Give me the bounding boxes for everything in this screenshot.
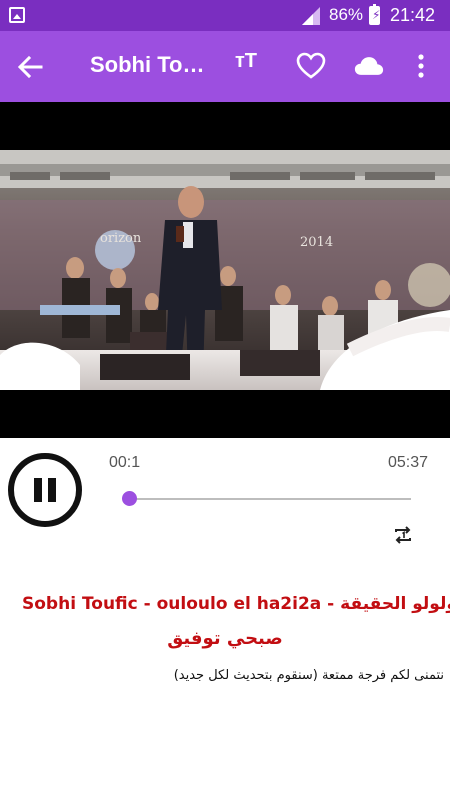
pause-button[interactable] (8, 453, 82, 527)
clock: 21:42 (390, 5, 436, 25)
gallery-notification-icon (9, 7, 25, 23)
more-options-icon[interactable] (414, 51, 428, 81)
player-controls: 00:1 05:37 (0, 438, 450, 578)
repeat-one-icon[interactable] (391, 523, 415, 547)
signal-icon (302, 7, 320, 25)
battery-percentage: 86% (329, 5, 364, 24)
pause-bar-right (48, 478, 56, 502)
video-player[interactable]: orizon 2014 (0, 102, 450, 438)
svg-text:orizon: orizon (100, 231, 142, 246)
video-frame: orizon 2014 (0, 150, 450, 390)
page-title: Sobhi To… (90, 52, 205, 77)
seek-thumb[interactable] (122, 491, 137, 506)
battery-charging-icon: ⚡ (369, 4, 380, 25)
pause-bar-left (34, 478, 42, 502)
artist-name: صبحي توفيق (167, 628, 283, 649)
current-time: 00:1 (109, 454, 141, 471)
status-bar: 86% ⚡ 21:42 (0, 0, 450, 31)
total-time: 05:37 (388, 454, 429, 471)
back-arrow-icon[interactable] (14, 51, 46, 83)
favorite-heart-icon[interactable] (296, 51, 326, 81)
concert-stage-image: orizon 2014 (0, 150, 450, 390)
seek-bar[interactable] (128, 498, 411, 500)
svg-text:2014: 2014 (300, 235, 333, 250)
cloud-download-icon[interactable] (354, 51, 384, 81)
song-title: Sobhi Toufic - ouloulo el ha2i2a - قولول… (22, 594, 450, 614)
app-bar: Sobhi To… ᴛT (0, 31, 450, 102)
text-size-icon[interactable]: ᴛT (235, 50, 265, 80)
welcome-message: نتمنى لكم فرجة ممتعة (سنقوم بتحديث لكل ج… (173, 668, 444, 683)
